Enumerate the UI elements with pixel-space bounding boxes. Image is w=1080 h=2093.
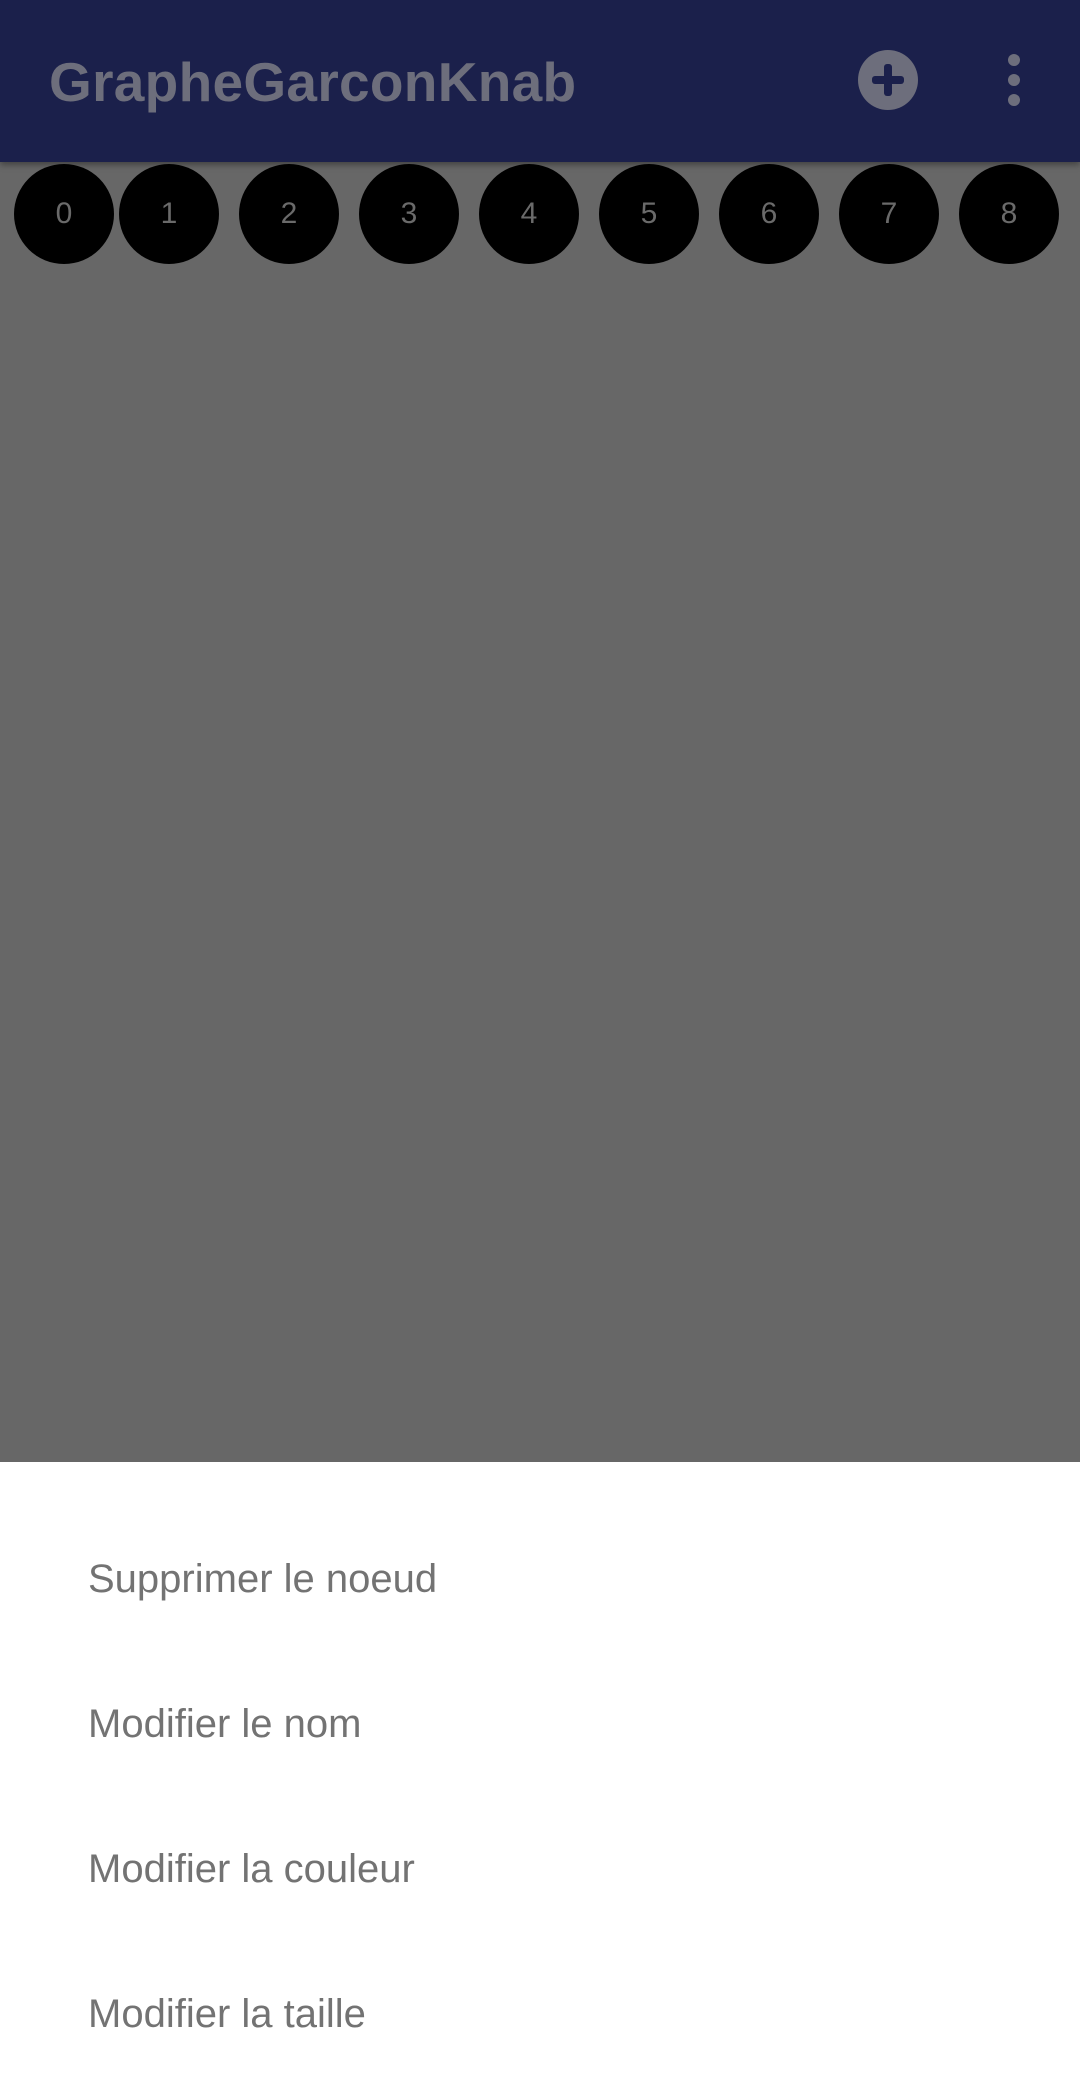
menu-item-label: Modifier la couleur — [88, 1847, 415, 1891]
app-bar: GrapheGarconKnab — [0, 0, 1080, 162]
menu-item-delete-node[interactable]: Supprimer le noeud — [0, 1507, 1080, 1652]
graph-node[interactable]: 5 — [599, 164, 699, 264]
graph-node[interactable]: 2 — [239, 164, 339, 264]
menu-item-label: Supprimer le noeud — [88, 1557, 438, 1601]
menu-item-label: Modifier le nom — [88, 1702, 362, 1746]
graph-node[interactable]: 1 — [119, 164, 219, 264]
graph-node[interactable]: 4 — [479, 164, 579, 264]
menu-item-change-color[interactable]: Modifier la couleur — [0, 1797, 1080, 1942]
menu-item-label: Modifier la taille — [88, 1992, 366, 2036]
more-dot — [1008, 94, 1020, 106]
add-circle-icon[interactable] — [858, 50, 918, 110]
graph-node[interactable]: 3 — [359, 164, 459, 264]
more-dot — [1008, 54, 1020, 66]
graph-node[interactable]: 0 — [14, 164, 114, 264]
menu-item-rename[interactable]: Modifier le nom — [0, 1652, 1080, 1797]
graph-node[interactable]: 8 — [959, 164, 1059, 264]
graph-canvas[interactable]: 0 1 2 3 4 5 6 7 8 — [0, 162, 1080, 1462]
menu-item-change-size[interactable]: Modifier la taille — [0, 1942, 1080, 2087]
graph-node[interactable]: 7 — [839, 164, 939, 264]
bottom-sheet-menu: Supprimer le noeud Modifier le nom Modif… — [0, 1462, 1080, 2093]
more-dot — [1008, 74, 1020, 86]
graph-node[interactable]: 6 — [719, 164, 819, 264]
app-title: GrapheGarconKnab — [49, 51, 577, 113]
more-vert-icon[interactable] — [996, 50, 1032, 110]
